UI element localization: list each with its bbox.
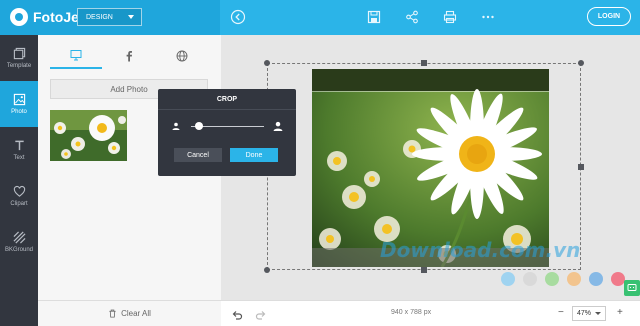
print-icon[interactable]	[442, 9, 458, 25]
person-small-icon	[172, 122, 180, 130]
cancel-button[interactable]: Cancel	[174, 148, 222, 162]
palette-swatch[interactable]	[567, 272, 581, 286]
template-icon	[13, 47, 25, 60]
mode-select[interactable]: DESIGN	[77, 8, 142, 26]
rail-item-label: BKGround	[4, 247, 34, 253]
divider	[158, 109, 296, 110]
background-icon	[13, 231, 25, 244]
slider-handle[interactable]	[194, 122, 203, 130]
clear-all-label: Clear All	[121, 309, 151, 318]
zoom-out-button[interactable]: −	[558, 307, 564, 318]
redo-icon[interactable]	[255, 308, 267, 320]
more-icon[interactable]	[480, 9, 496, 25]
watermark: Download.com.vn	[380, 238, 581, 262]
computer-icon	[70, 50, 82, 61]
back-icon[interactable]	[230, 9, 246, 25]
done-button[interactable]: Done	[230, 148, 278, 162]
rail-item-label: Template	[6, 63, 32, 69]
palette-swatch[interactable]	[523, 272, 537, 286]
photo-thumbnail[interactable]	[50, 110, 127, 161]
chat-button[interactable]	[624, 280, 640, 296]
facebook-icon	[126, 51, 132, 62]
resize-handle-n[interactable]	[421, 60, 427, 66]
undo-icon[interactable]	[231, 308, 243, 320]
save-icon[interactable]	[366, 9, 382, 25]
crop-title: CROP	[216, 96, 238, 103]
photo-icon	[13, 93, 25, 106]
logo[interactable]: FotoJet	[10, 8, 84, 26]
resize-handle-s[interactable]	[421, 267, 427, 273]
zoom-select[interactable]: 47%	[572, 306, 606, 321]
crop-popup: CROP Cancel Done	[158, 89, 296, 176]
share-icon[interactable]	[404, 9, 420, 25]
tab-computer[interactable]	[50, 43, 102, 69]
clear-all-button[interactable]: Clear All	[38, 300, 221, 326]
login-button[interactable]: LOGIN	[587, 7, 631, 26]
rail-item-label: Text	[13, 155, 25, 161]
canvas-dimensions: 940 x 788 px	[391, 309, 432, 316]
rail-item-text[interactable]: Text	[0, 127, 38, 173]
rail-item-label: Clipart	[10, 201, 28, 207]
rail-item-photo[interactable]: Photo	[0, 81, 38, 127]
resize-handle-sw[interactable]	[264, 267, 270, 273]
resize-handle-ne[interactable]	[578, 60, 584, 66]
palette-swatch[interactable]	[501, 272, 515, 286]
palette-swatch[interactable]	[611, 272, 625, 286]
fotojet-logo-icon	[10, 8, 28, 26]
palette-swatch[interactable]	[589, 272, 603, 286]
bottom-bar: 940 x 788 px − 47% +	[221, 300, 640, 326]
rail-item-template[interactable]: Template	[0, 35, 38, 81]
resize-handle-e[interactable]	[578, 164, 584, 170]
zoom-value: 47%	[577, 310, 592, 317]
app-name: FotoJet	[33, 9, 84, 25]
text-icon	[14, 140, 24, 151]
rail-item-bkground[interactable]: BKGround	[0, 219, 38, 265]
palette-swatch[interactable]	[545, 272, 559, 286]
chat-icon	[627, 284, 637, 291]
top-bar: FotoJet DESIGN LOGIN	[0, 0, 640, 35]
brand-area: FotoJet DESIGN	[0, 0, 220, 35]
chevron-down-icon	[595, 312, 601, 315]
mode-value: DESIGN	[86, 13, 113, 21]
trash-icon	[109, 309, 116, 318]
heart-icon	[13, 185, 25, 197]
tab-facebook[interactable]	[103, 43, 155, 69]
photo-panel: Add Photo Clear All	[38, 35, 221, 326]
zoom-in-button[interactable]: +	[617, 307, 623, 318]
person-large-icon	[273, 121, 283, 131]
resize-handle-nw[interactable]	[264, 60, 270, 66]
web-icon	[176, 50, 188, 62]
rail-item-clipart[interactable]: Clipart	[0, 173, 38, 219]
rail-item-label: Photo	[11, 109, 27, 115]
tab-web[interactable]	[156, 43, 208, 69]
left-rail: Template Photo Text Clipart BKGround	[0, 35, 38, 326]
chevron-down-icon	[128, 15, 134, 19]
